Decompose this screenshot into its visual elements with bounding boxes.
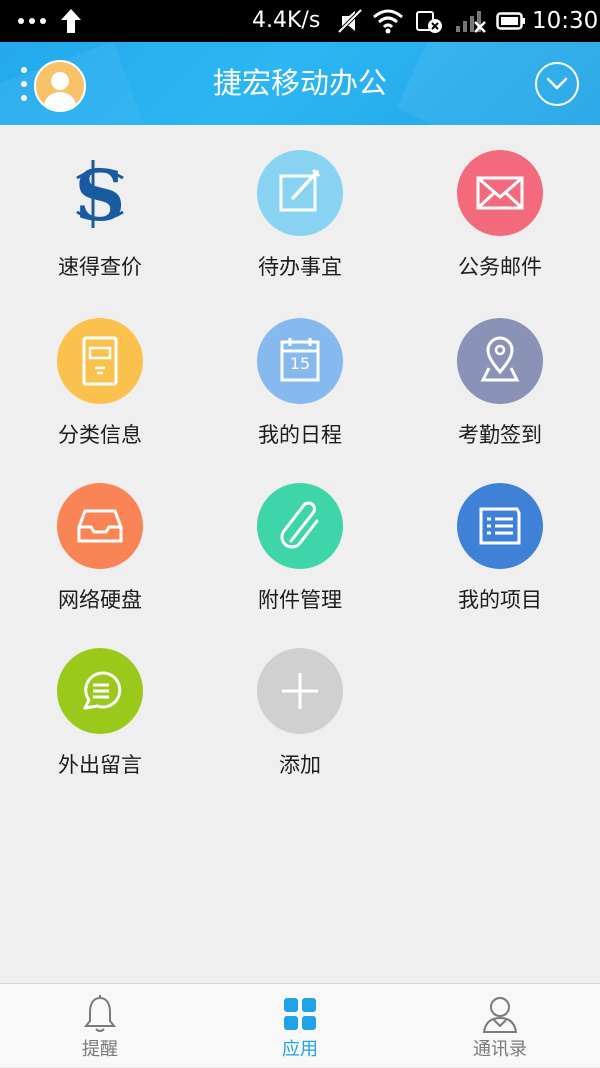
side-menu-icon[interactable] [20,67,28,101]
plus-icon [282,673,318,709]
calendar-day: 15 [289,354,311,373]
app-label: 附件管理 [258,588,342,612]
app-item-schedule[interactable]: 15 我的日程 [200,318,400,478]
battery-icon [496,12,525,30]
silent-mode-icon [337,8,363,34]
svg-text:S: S [75,154,126,236]
tab-contacts[interactable]: 通讯录 [400,984,600,1068]
sim-card-error-icon [416,11,442,33]
avatar[interactable] [34,60,86,112]
signal-strength-icon [456,11,486,33]
app-label: 公务邮件 [458,255,542,279]
app-item-mail[interactable]: 公务邮件 [400,150,600,310]
app-label: 考勤签到 [458,423,542,447]
wifi-icon [373,9,403,34]
location-icon [480,336,520,382]
edit-icon [279,168,321,212]
chevron-down-icon [546,77,568,90]
app-item-away-message[interactable]: 外出留言 [0,648,200,808]
app-icon [257,150,343,236]
app-label: 网络硬盘 [58,588,142,612]
network-speed: 4.4K/s [252,8,321,33]
status-bar: 4.4K/s 10:30 [0,0,600,42]
app-icon [457,150,543,236]
app-icon [257,648,343,734]
app-icon: S [57,150,143,236]
bell-icon [83,995,117,1032]
app-label: 我的日程 [258,423,342,447]
grid-icon [284,998,316,1030]
bottom-nav: 提醒 应用 通讯录 [0,983,600,1067]
app-item-todo[interactable]: 待办事宜 [200,150,400,310]
app-item-category-info[interactable]: 分类信息 [0,318,200,478]
tab-apps[interactable]: 应用 [200,984,400,1068]
app-item-price-check[interactable]: S 速得查价 [0,150,200,310]
app-label: 添加 [279,753,321,777]
app-icon [257,483,343,569]
app-item-attendance[interactable]: 考勤签到 [400,318,600,478]
app-icon [457,483,543,569]
sude-logo-icon: S [75,154,126,236]
archive-icon [82,336,118,386]
add-app-button[interactable]: 添加 [200,648,400,808]
app-label: 外出留言 [58,753,142,777]
page-title: 捷宏移动办公 [212,66,387,100]
mail-icon [476,176,524,210]
app-icon: 15 [257,318,343,404]
app-item-my-projects[interactable]: 我的项目 [400,483,600,643]
tab-label: 应用 [282,1039,318,1060]
app-label: 速得查价 [58,255,142,279]
app-item-attachments[interactable]: 附件管理 [200,483,400,643]
tab-reminders[interactable]: 提醒 [0,984,200,1068]
contacts-icon [482,997,518,1033]
expand-menu-button[interactable] [535,62,579,106]
app-label: 待办事宜 [258,255,342,279]
app-icon [57,318,143,404]
more-dots-icon [18,18,46,24]
app-icon [57,483,143,569]
status-clock: 10:30 [532,8,599,34]
app-header: 捷宏移动办公 [0,42,600,125]
app-label: 分类信息 [58,423,142,447]
document-list-icon [479,507,521,545]
app-label: 我的项目 [458,588,542,612]
app-icon [457,318,543,404]
chat-bubble-icon [83,671,122,710]
tab-label: 通讯录 [473,1039,527,1060]
app-icon [57,648,143,734]
inbox-tray-icon [77,509,123,543]
tab-label: 提醒 [82,1039,118,1060]
paperclip-icon [280,501,319,549]
upload-arrow-icon [61,9,81,33]
user-silhouette-icon [43,72,77,110]
app-item-network-disk[interactable]: 网络硬盘 [0,483,200,643]
